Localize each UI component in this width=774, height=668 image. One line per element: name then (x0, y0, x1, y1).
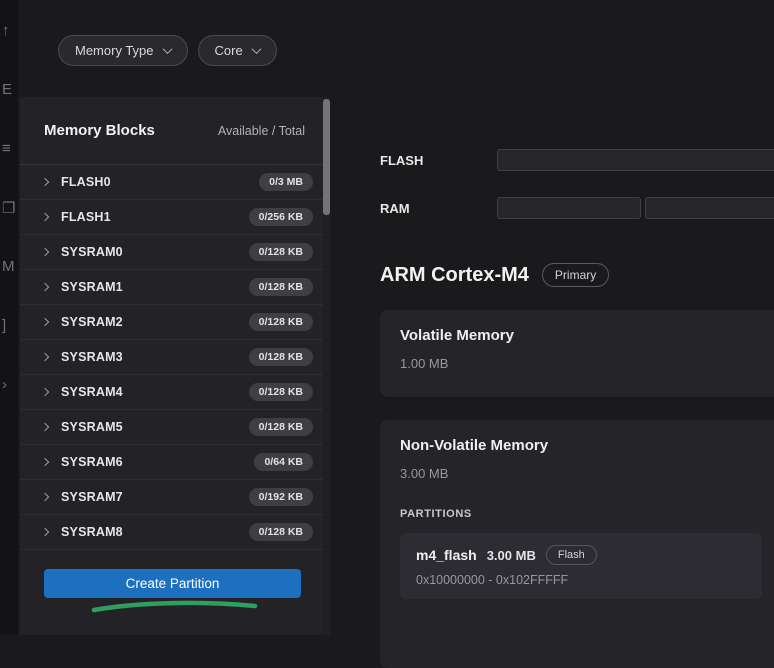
chevron-down-icon (162, 44, 172, 54)
export-icon: E (2, 81, 18, 98)
nonvolatile-memory-card: Non-Volatile Memory 3.00 MB PARTITIONS m… (380, 420, 774, 668)
partition-item-header: m4_flash 3.00 MB Flash (416, 545, 746, 565)
chevron-right-icon (42, 424, 61, 430)
partition-size: 3.00 MB (487, 548, 536, 563)
memory-block-name: SYSRAM5 (61, 420, 249, 434)
memory-usage-badge: 0/192 KB (249, 488, 313, 506)
list-icon: ≡ (2, 140, 18, 157)
memory-block-row[interactable]: SYSRAM80/128 KB (20, 515, 325, 550)
topbar: Memory Type Core (58, 35, 277, 66)
nonvolatile-memory-title: Non-Volatile Memory (400, 437, 762, 455)
primary-badge: Primary (542, 263, 609, 287)
chevron-right-icon (42, 459, 61, 465)
memory-blocks-header: Memory Blocks Available / Total (20, 97, 325, 165)
memory-block-name: SYSRAM3 (61, 350, 249, 364)
volatile-memory-size: 1.00 MB (400, 356, 762, 372)
memory-usage-badge: 0/128 KB (249, 348, 313, 366)
chevron-right-icon (42, 389, 61, 395)
memory-usage-badge: 0/128 KB (249, 313, 313, 331)
memory-usage-badge: 0/128 KB (249, 383, 313, 401)
memory-block-name: FLASH1 (61, 210, 249, 224)
panel-title: Memory Blocks (44, 122, 155, 139)
memory-usage-badge: 0/128 KB (249, 278, 313, 296)
memory-block-name: SYSRAM4 (61, 385, 249, 399)
memory-block-row[interactable]: SYSRAM10/128 KB (20, 270, 325, 305)
create-partition-button[interactable]: Create Partition (44, 569, 301, 598)
partitions-label: PARTITIONS (400, 508, 762, 521)
memory-block-row[interactable]: SYSRAM40/128 KB (20, 375, 325, 410)
memory-blocks-panel: Memory Blocks Available / Total FLASH00/… (20, 97, 325, 635)
memory-usage-badge: 0/64 KB (254, 453, 313, 471)
activity-rail: ↑ E ≡ ❐ M] › (0, 0, 18, 635)
chevron-right-icon (42, 284, 61, 290)
chevron-right-icon (42, 214, 61, 220)
app: { "topbar": { "filters": [ { "label": "M… (0, 0, 774, 635)
memory-block-row[interactable]: FLASH00/3 MB (20, 165, 325, 200)
chevron-right-icon (42, 319, 61, 325)
bracket-icon: ] (2, 317, 18, 334)
arrow-up-icon: ↑ (2, 22, 18, 39)
memory-usage-badge: 0/128 KB (249, 523, 313, 541)
memory-block-row[interactable]: SYSRAM00/128 KB (20, 235, 325, 270)
ram-gauge-segment-2 (645, 197, 774, 219)
panel-subtitle: Available / Total (218, 124, 305, 138)
scrollbar-thumb[interactable] (323, 99, 330, 215)
memory-block-name: SYSRAM0 (61, 245, 249, 259)
chevron-down-icon (251, 44, 261, 54)
memory-block-row[interactable]: FLASH10/256 KB (20, 200, 325, 235)
chevron-right-icon (42, 354, 61, 360)
m-icon: M (2, 258, 18, 275)
memory-block-name: SYSRAM6 (61, 455, 254, 469)
memory-usage-badge: 0/128 KB (249, 418, 313, 436)
memory-usage-badge: 0/128 KB (249, 243, 313, 261)
memory-usage-badge: 0/256 KB (249, 208, 313, 226)
memory-type-filter[interactable]: Memory Type (58, 35, 188, 66)
memory-block-row[interactable]: SYSRAM30/128 KB (20, 340, 325, 375)
volatile-memory-title: Volatile Memory (400, 327, 762, 345)
memory-block-row[interactable]: SYSRAM60/64 KB (20, 445, 325, 480)
memory-block-name: FLASH0 (61, 175, 259, 189)
memory-block-row[interactable]: SYSRAM20/128 KB (20, 305, 325, 340)
core-heading-row: ARM Cortex-M4 Primary (380, 263, 609, 287)
partition-type-badge: Flash (546, 545, 597, 565)
memory-block-name: SYSRAM7 (61, 490, 249, 504)
partition-address-range: 0x10000000 - 0x102FFFFF (416, 573, 746, 587)
memory-usage-badge: 0/3 MB (259, 173, 313, 191)
nonvolatile-memory-size: 3.00 MB (400, 466, 762, 482)
detail-content: FLASH RAM ARM Cortex-M4 Primary Volatile… (380, 0, 774, 635)
window-icon: ❐ (2, 199, 18, 217)
chevron-right-icon (42, 494, 61, 500)
chevron-right-icon (42, 179, 61, 185)
volatile-memory-card: Volatile Memory 1.00 MB (380, 310, 774, 397)
ram-gauge-segment-1 (497, 197, 641, 219)
core-filter-label: Core (215, 43, 243, 58)
partition-name: m4_flash (416, 547, 477, 563)
chevron-right-icon (42, 249, 61, 255)
memory-block-name: SYSRAM2 (61, 315, 249, 329)
chevron-right-icon (42, 529, 61, 535)
memory-block-name: SYSRAM8 (61, 525, 249, 539)
memory-block-row[interactable]: SYSRAM70/192 KB (20, 480, 325, 515)
flash-gauge-label: FLASH (380, 153, 423, 168)
panel-scrollbar[interactable] (323, 97, 330, 635)
memory-block-row[interactable]: SYSRAM50/128 KB (20, 410, 325, 445)
partition-item[interactable]: m4_flash 3.00 MB Flash 0x10000000 - 0x10… (400, 533, 762, 599)
ram-gauge-label: RAM (380, 201, 410, 216)
core-filter[interactable]: Core (198, 35, 277, 66)
core-name: ARM Cortex-M4 (380, 264, 529, 287)
flash-gauge-bar (497, 149, 774, 171)
memory-block-list: FLASH00/3 MBFLASH10/256 KBSYSRAM00/128 K… (20, 165, 325, 550)
memory-type-filter-label: Memory Type (75, 43, 154, 58)
chevron-right-icon: › (2, 376, 18, 393)
memory-block-name: SYSRAM1 (61, 280, 249, 294)
green-underline-annotation (90, 599, 260, 614)
